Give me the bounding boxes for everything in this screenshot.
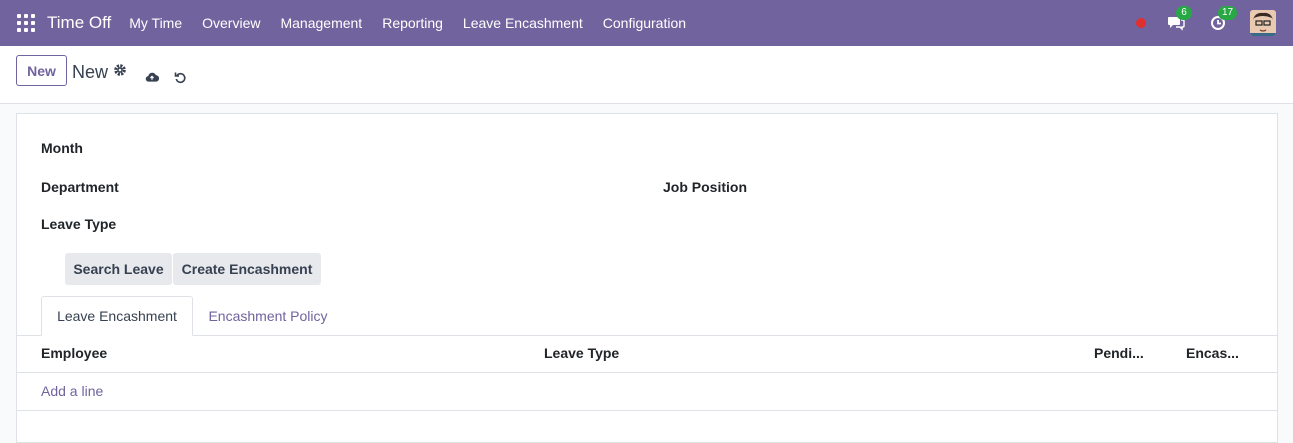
messages-button[interactable]: 6 <box>1166 6 1192 33</box>
app-title[interactable]: Time Off <box>47 13 111 33</box>
activities-button[interactable]: 17 <box>1208 6 1238 33</box>
month-label: Month <box>41 140 83 156</box>
new-button[interactable]: New <box>16 55 67 86</box>
tab-leave-encashment[interactable]: Leave Encashment <box>41 296 193 336</box>
avatar-image <box>1250 10 1276 36</box>
menu-item-reporting[interactable]: Reporting <box>372 15 453 31</box>
create-encashment-button[interactable]: Create Encashment <box>173 253 321 285</box>
discard-icon[interactable] <box>173 70 187 84</box>
menu-item-configuration[interactable]: Configuration <box>593 15 696 31</box>
messages-count-badge: 6 <box>1176 6 1192 20</box>
user-avatar[interactable] <box>1250 10 1276 36</box>
record-name: New <box>72 62 109 82</box>
apps-menu-icon[interactable] <box>17 14 35 32</box>
gear-icon[interactable] <box>113 63 127 77</box>
table-header: Employee Leave Type Pendi... Encas... <box>17 335 1277 373</box>
column-pending[interactable]: Pendi... <box>1094 345 1144 361</box>
activities-count-badge: 17 <box>1218 6 1238 20</box>
menu-item-my-time[interactable]: My Time <box>119 15 192 31</box>
search-leave-button[interactable]: Search Leave <box>65 253 172 285</box>
add-line-link[interactable]: Add a line <box>41 383 103 399</box>
cloud-upload-icon[interactable] <box>145 70 159 84</box>
menu-item-overview[interactable]: Overview <box>192 15 270 31</box>
status-dot-icon[interactable] <box>1136 18 1146 28</box>
menu-item-leave-encashment[interactable]: Leave Encashment <box>453 15 593 31</box>
menu-item-management[interactable]: Management <box>270 15 372 31</box>
column-employee[interactable]: Employee <box>41 345 107 361</box>
tab-encashment-policy[interactable]: Encashment Policy <box>193 296 343 335</box>
department-label: Department <box>41 179 119 195</box>
leave-type-label: Leave Type <box>41 216 117 232</box>
form-sheet: Month Department Job Position Leave Type… <box>16 113 1278 443</box>
top-navbar: Time Off My Time Overview Management Rep… <box>0 0 1293 46</box>
table-row: Add a line <box>17 372 1277 411</box>
notebook-tabs: Leave Encashment Encashment Policy <box>17 296 1277 336</box>
column-leave-type[interactable]: Leave Type <box>544 345 619 361</box>
control-panel: New New <box>0 46 1293 104</box>
job-position-label: Job Position <box>663 179 747 195</box>
column-encashment[interactable]: Encas... <box>1186 345 1239 361</box>
